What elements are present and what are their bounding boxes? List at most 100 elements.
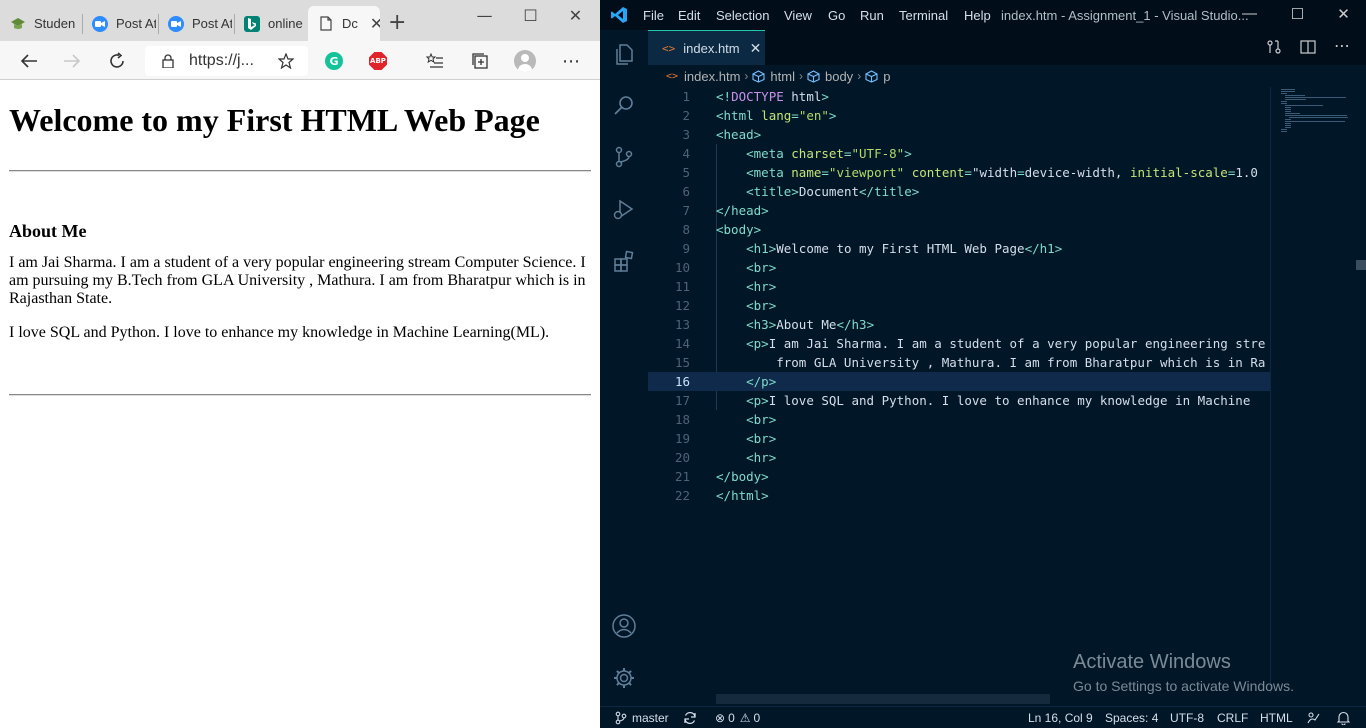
url-text: https://j... — [189, 52, 254, 69]
code-line[interactable]: 5 <meta name="viewport" content="width=d… — [648, 163, 1270, 182]
page-heading: Welcome to my First HTML Web Page — [9, 102, 540, 138]
code-text: <h1>Welcome to my First HTML Web Page</h… — [746, 241, 1063, 256]
breadcrumb: <> index.htm › html › body › p — [648, 65, 1366, 87]
window-title: index.htm - Assignment_1 - Visual Studio… — [1001, 8, 1249, 23]
line-number: 20 — [674, 450, 690, 465]
line-number: 6 — [682, 184, 690, 199]
split-editor-icon[interactable] — [1300, 39, 1316, 59]
code-line[interactable]: 7 </head> — [648, 201, 1270, 220]
minimize-icon[interactable]: — — [462, 6, 507, 25]
language-mode[interactable]: HTML — [1260, 711, 1293, 725]
branch-status[interactable]: master — [615, 711, 669, 725]
browser-tab[interactable]: Studen — [0, 6, 80, 41]
menu-edit[interactable]: Edit — [678, 8, 700, 23]
browser-tab[interactable]: online — [234, 6, 306, 41]
new-tab-button[interactable]: + — [388, 12, 406, 34]
cursor-position[interactable]: Ln 16, Col 9 — [1028, 711, 1093, 725]
code-line[interactable]: 13 <h3>About Me</h3> — [648, 315, 1270, 334]
close-tab-icon[interactable]: ✕ — [750, 40, 762, 57]
code-line[interactable]: 3 <head> — [648, 125, 1270, 144]
explorer-icon[interactable] — [610, 40, 638, 68]
menu-view[interactable]: View — [784, 8, 812, 23]
menu-terminal[interactable]: Terminal — [899, 8, 948, 23]
code-line[interactable]: 15 from GLA University , Mathura. I am f… — [648, 353, 1270, 372]
menu-file[interactable]: File — [643, 8, 664, 23]
code-line[interactable]: 1 <!DOCTYPE html> — [648, 87, 1270, 106]
extensions-icon[interactable] — [610, 248, 638, 276]
more-actions-icon[interactable]: ⋯ — [1334, 36, 1350, 55]
problems-status[interactable]: ⊗ 0 ⚠ 0 — [715, 711, 760, 725]
sync-icon[interactable] — [683, 711, 697, 725]
code-line[interactable]: 9 <h1>Welcome to my First HTML Web Page<… — [648, 239, 1270, 258]
encoding-status[interactable]: UTF-8 — [1170, 711, 1204, 725]
accounts-icon[interactable] — [610, 612, 638, 640]
minimap-line — [1285, 97, 1347, 98]
breadcrumb-item[interactable]: p — [883, 69, 890, 84]
code-line[interactable]: 17 <p>I love SQL and Python. I love to e… — [648, 391, 1270, 410]
menu-selection[interactable]: Selection — [716, 8, 769, 23]
refresh-icon[interactable] — [103, 47, 131, 75]
grammarly-extension-icon[interactable]: G — [320, 47, 348, 75]
code-line[interactable]: 20 <hr> — [648, 448, 1270, 467]
minimize-icon[interactable]: — — [1227, 5, 1272, 22]
menu-help[interactable]: Help — [964, 8, 991, 23]
code-line[interactable]: 2 <html lang="en"> — [648, 106, 1270, 125]
minimap[interactable] — [1270, 87, 1366, 693]
vertical-scrollbar[interactable] — [1356, 260, 1366, 270]
feedback-icon[interactable] — [1307, 711, 1321, 725]
compare-changes-icon[interactable] — [1266, 39, 1282, 59]
favorites-list-icon[interactable] — [421, 47, 449, 75]
profile-avatar-icon[interactable] — [511, 47, 539, 75]
close-tab-icon[interactable]: ✕ — [370, 14, 380, 34]
browser-tab[interactable]: Post At — [158, 6, 232, 41]
indentation-status[interactable]: Spaces: 4 — [1105, 711, 1158, 725]
code-line[interactable]: 4 <meta charset="UTF-8"> — [648, 144, 1270, 163]
minimap-line — [1281, 101, 1288, 102]
code-line[interactable]: 18 <br> — [648, 410, 1270, 429]
maximize-icon[interactable]: ☐ — [1275, 5, 1320, 23]
favorite-star-icon[interactable] — [272, 47, 300, 75]
eol-status[interactable]: CRLF — [1217, 711, 1248, 725]
collections-icon[interactable] — [466, 47, 494, 75]
code-line[interactable]: 10 <br> — [648, 258, 1270, 277]
more-options-icon[interactable]: ⋯ — [557, 47, 585, 75]
browser-window: Studen Post At Post At online Dc ✕ + — ☐… — [0, 0, 600, 728]
code-line[interactable]: 6 <title>Document</title> — [648, 182, 1270, 201]
adblock-plus-extension-icon[interactable]: ABP — [364, 47, 392, 75]
code-line[interactable]: 12 <br> — [648, 296, 1270, 315]
source-control-icon[interactable] — [610, 143, 638, 171]
code-editor[interactable]: 1 <!DOCTYPE html> 2 <html lang="en"> 3 <head>… — [648, 87, 1270, 693]
minimap-line — [1285, 123, 1291, 124]
menu-run[interactable]: Run — [860, 8, 884, 23]
browser-tab-active[interactable]: Dc ✕ — [308, 6, 380, 41]
code-text: <html lang="en"> — [716, 108, 837, 123]
code-line[interactable]: 11 <hr> — [648, 277, 1270, 296]
code-line[interactable]: 14 <p>I am Jai Sharma. I am a student of… — [648, 334, 1270, 353]
breadcrumb-item[interactable]: body — [825, 69, 853, 84]
back-icon[interactable] — [15, 47, 43, 75]
settings-gear-icon[interactable] — [610, 664, 638, 692]
vscode-window: File Edit Selection View Go Run Terminal… — [600, 0, 1366, 728]
close-window-icon[interactable]: ✕ — [1321, 5, 1366, 23]
minimap-line — [1285, 105, 1323, 106]
menu-go[interactable]: Go — [828, 8, 845, 23]
breadcrumb-item[interactable]: html — [770, 69, 795, 84]
code-line[interactable]: 8 <body> — [648, 220, 1270, 239]
editor-tab-index[interactable]: <> index.htm ✕ — [648, 30, 765, 65]
code-line[interactable]: 16 </p> — [648, 372, 1270, 391]
code-line[interactable]: 19 <br> — [648, 429, 1270, 448]
code-line[interactable]: 22 </html> — [648, 486, 1270, 505]
run-debug-icon[interactable] — [610, 195, 638, 223]
maximize-icon[interactable]: ☐ — [508, 6, 553, 25]
search-icon[interactable] — [610, 91, 638, 119]
horizontal-scrollbar[interactable] — [716, 694, 1050, 704]
breadcrumb-item[interactable]: index.htm — [684, 69, 740, 84]
close-window-icon[interactable]: ✕ — [553, 6, 598, 25]
line-number: 14 — [674, 336, 690, 351]
web-page-content: Welcome to my First HTML Web Page About … — [0, 80, 600, 728]
about-paragraph: I am Jai Sharma. I am a student of a ver… — [9, 254, 586, 307]
notifications-bell-icon[interactable] — [1337, 711, 1350, 725]
browser-tab[interactable]: Post At — [82, 6, 156, 41]
code-line[interactable]: 21 </body> — [648, 467, 1270, 486]
code-text: </p> — [746, 374, 777, 389]
